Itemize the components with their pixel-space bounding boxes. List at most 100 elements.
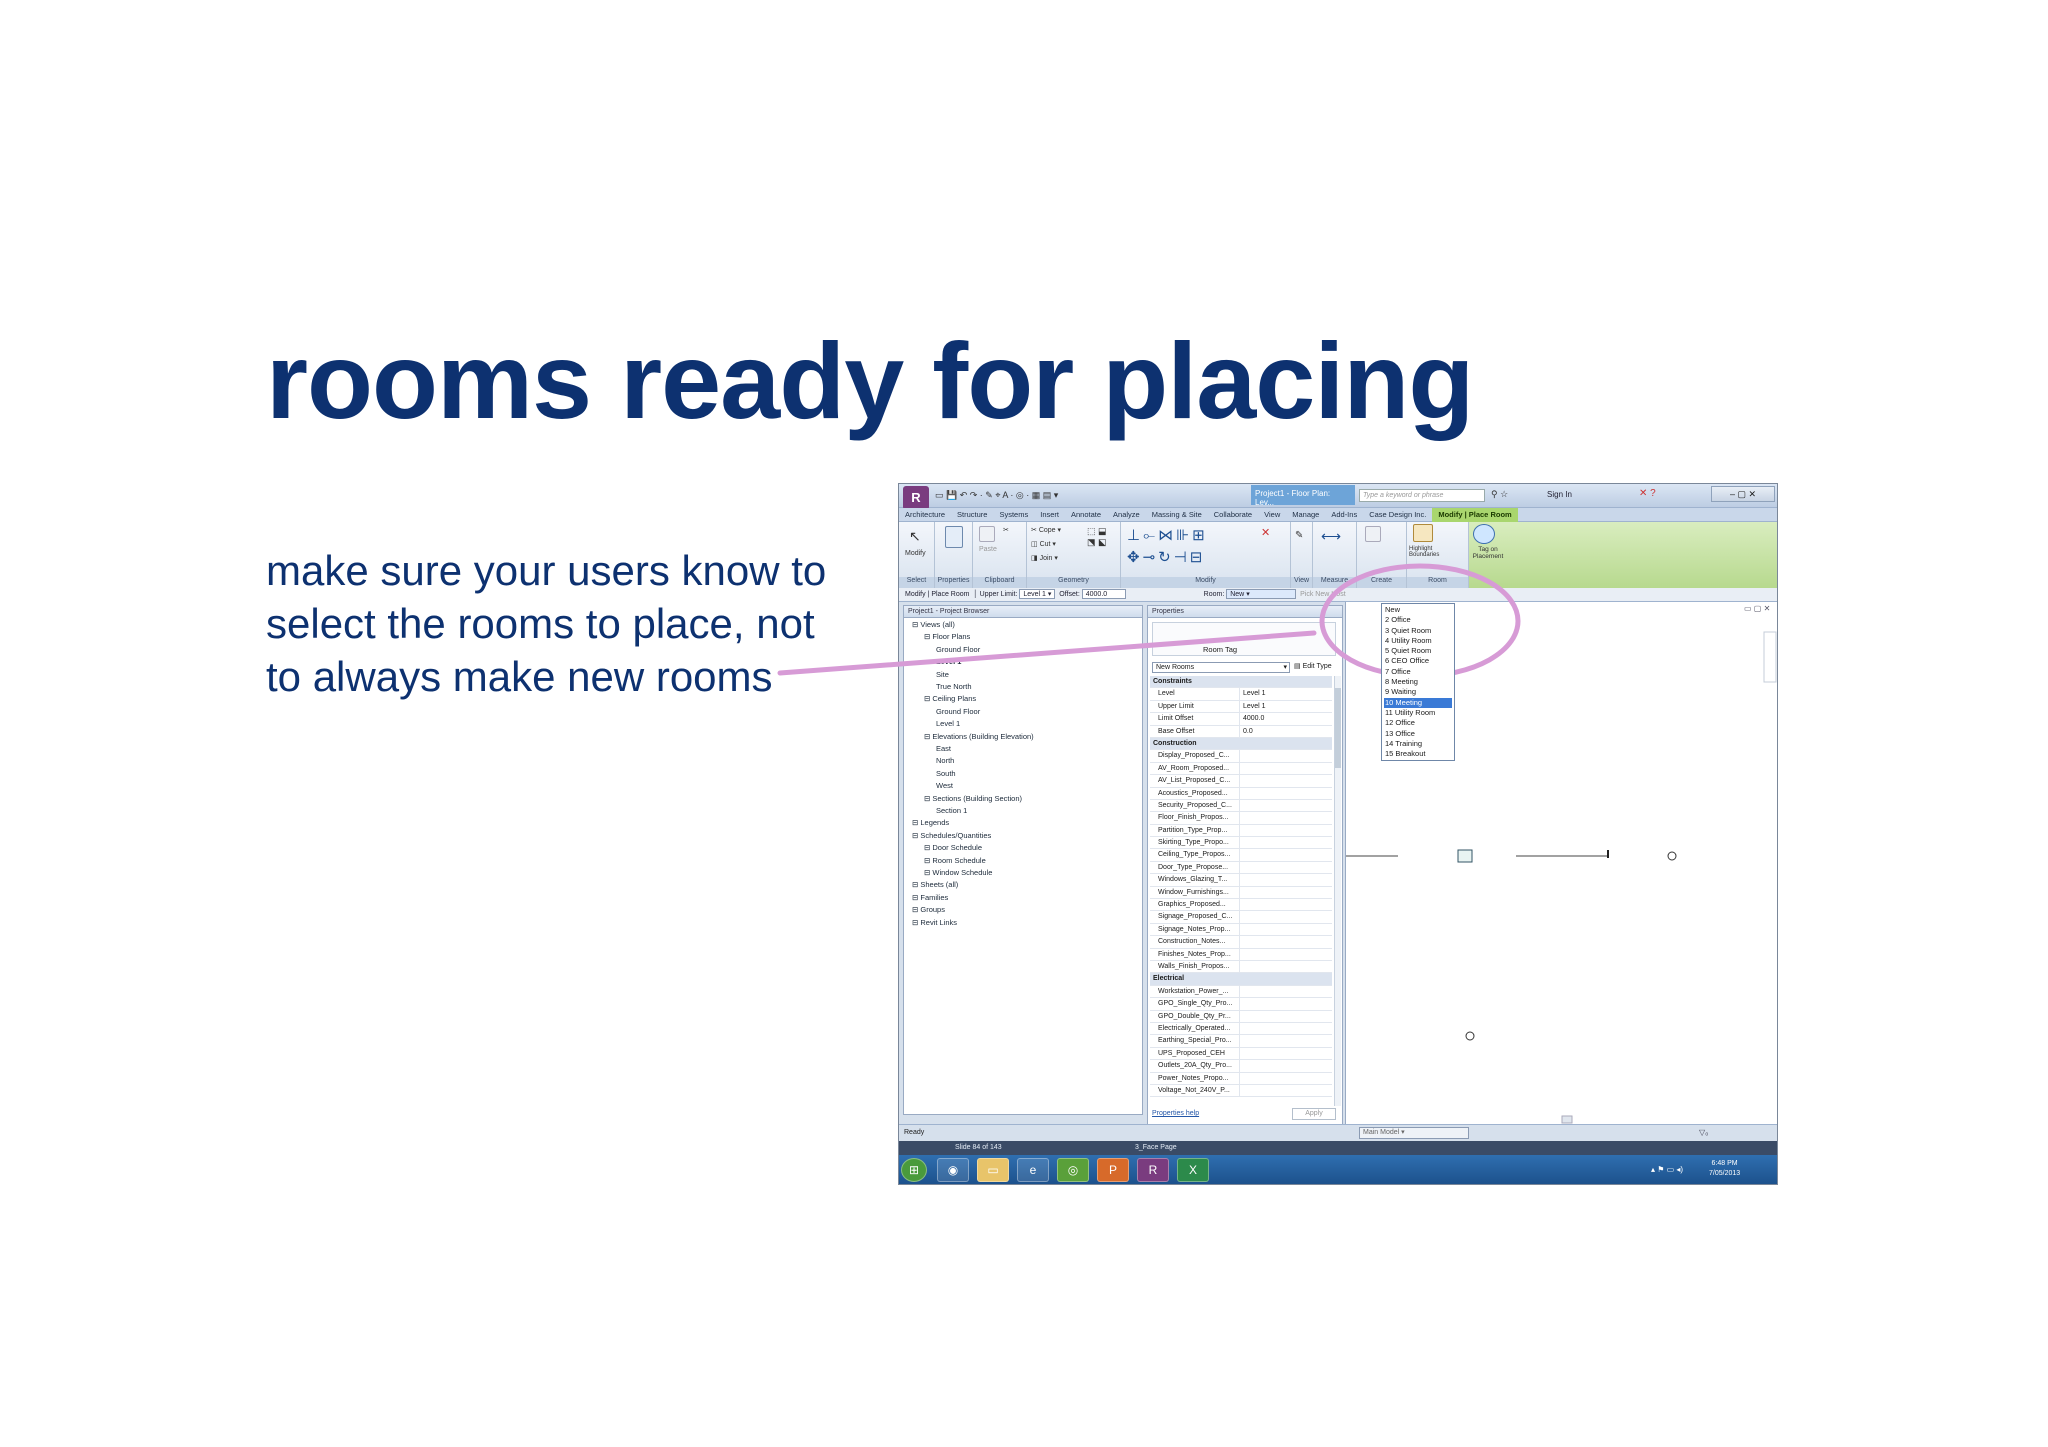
tag-on-placement-icon[interactable] [1473, 524, 1495, 544]
browser-tree-item[interactable]: Ground Floor [936, 645, 980, 654]
filter-icon[interactable]: ▽₀ [1699, 1125, 1708, 1141]
revit-app-icon[interactable]: R [903, 486, 929, 510]
browser-tree-item[interactable]: Site [936, 670, 949, 679]
room-option[interactable]: New [1384, 605, 1452, 615]
ribbon-tab[interactable]: Architecture [899, 508, 951, 522]
property-value[interactable] [1240, 775, 1332, 786]
search-tools-icon[interactable]: ⚲ ☆ [1491, 489, 1508, 500]
property-row[interactable]: Walls_Finish_Propos... [1150, 960, 1332, 974]
property-group-header[interactable]: Electrical [1150, 973, 1332, 986]
property-row[interactable]: GPO_Double_Qty_Pr... [1150, 1010, 1332, 1023]
exchange-icon[interactable]: ✕ ? [1639, 488, 1656, 499]
property-value[interactable]: Level 1 [1240, 688, 1332, 699]
property-value[interactable] [1240, 837, 1332, 848]
property-row[interactable]: Ceiling_Type_Propos... [1150, 849, 1332, 862]
property-row[interactable]: Windows_Glazing_T... [1150, 874, 1332, 887]
browser-tree-item[interactable]: Ground Floor [936, 707, 980, 716]
property-value[interactable] [1240, 899, 1332, 910]
property-value[interactable] [1240, 961, 1332, 972]
explorer-icon[interactable]: ▭ [977, 1158, 1009, 1182]
pick-new-host-button[interactable]: Pick New Host [1300, 591, 1346, 598]
create-icon[interactable] [1365, 526, 1381, 542]
property-row[interactable]: Signage_Proposed_C... [1150, 911, 1332, 924]
property-value[interactable]: 4000.0 [1240, 713, 1332, 724]
room-option[interactable]: 12 Office [1384, 718, 1452, 728]
ribbon-tab[interactable]: Manage [1286, 508, 1325, 522]
sign-in-link[interactable]: Sign In [1547, 490, 1572, 499]
move-rotate-icon[interactable]: ✥⊸↻⊣⊟ [1127, 548, 1205, 566]
browser-tree-item[interactable]: South [936, 769, 956, 778]
property-value[interactable] [1240, 887, 1332, 898]
ribbon-tab[interactable]: View [1258, 508, 1286, 522]
property-group-header[interactable]: Constraints [1150, 676, 1332, 689]
browser-tree-item[interactable]: ⊟ Families [912, 893, 948, 902]
property-value[interactable] [1240, 1073, 1332, 1084]
room-option[interactable]: 6 CEO Office [1384, 656, 1452, 666]
modify-tools-icon[interactable]: ⊥⟜⋈⊪⊞ [1127, 526, 1208, 544]
highlight-boundaries-button[interactable]: Highlight Boundaries [1409, 546, 1443, 558]
property-value[interactable] [1240, 825, 1332, 836]
tag-on-placement-button[interactable]: Tag on Placement [1469, 546, 1507, 560]
browser-tree-item[interactable]: Level 1 [936, 719, 960, 728]
browser-tree-item[interactable]: Level 1 [936, 657, 961, 666]
cope-button[interactable]: ✂ Cope ▾ [1031, 526, 1061, 534]
property-value[interactable]: Level 1 [1240, 701, 1332, 712]
paste-icon[interactable] [979, 526, 995, 542]
browser-tree-item[interactable]: West [936, 781, 953, 790]
property-row[interactable]: Graphics_Proposed... [1150, 899, 1332, 912]
property-value[interactable] [1240, 788, 1332, 799]
room-dropdown-list[interactable]: New 2 Office 3 Quiet Room 4 Utility Room 5 Q… [1381, 603, 1455, 761]
room-option[interactable]: 13 Office [1384, 729, 1452, 739]
property-row[interactable]: Skirting_Type_Propo... [1150, 837, 1332, 850]
property-row[interactable]: Electrically_Operated... [1150, 1022, 1332, 1036]
room-dropdown[interactable]: New ▾ [1226, 589, 1297, 600]
property-value[interactable] [1240, 949, 1332, 960]
property-row[interactable]: AV_Room_Proposed... [1150, 762, 1332, 776]
property-value[interactable] [1240, 800, 1332, 811]
room-option[interactable]: 3 Quiet Room [1384, 626, 1452, 636]
property-row[interactable]: Partition_Type_Prop... [1150, 824, 1332, 838]
browser-tree-item[interactable]: Section 1 [936, 806, 967, 815]
window-controls[interactable]: – ▢ ✕ [1711, 486, 1775, 502]
property-row[interactable]: Security_Proposed_C... [1150, 799, 1332, 813]
geometry-tools-icon[interactable]: ⬚ ⬓ ⬔ ⬕ [1087, 526, 1107, 548]
offset-input[interactable]: 4000.0 [1081, 589, 1126, 600]
property-row[interactable]: GPO_Single_Qty_Pro... [1150, 998, 1332, 1011]
browser-tree-item[interactable]: ⊟ Sheets (all) [912, 880, 958, 889]
cut-button[interactable]: ◫ Cut ▾ [1031, 540, 1056, 548]
property-row[interactable]: Window_Furnishings... [1150, 886, 1332, 900]
property-row[interactable]: Construction_Notes... [1150, 936, 1332, 949]
start-button-icon[interactable]: ⊞ [901, 1158, 927, 1182]
browser-tree-item[interactable]: ⊟ Sections (Building Section) [924, 794, 1022, 803]
search-input[interactable]: Type a keyword or phrase [1359, 489, 1485, 502]
room-option[interactable]: 11 Utility Room [1384, 708, 1452, 718]
join-button[interactable]: ◨ Join ▾ [1031, 554, 1058, 562]
property-value[interactable] [1240, 936, 1332, 947]
view-controls-icon[interactable]: ▭ ▢ ✕ [1744, 604, 1770, 613]
property-row[interactable]: Finishes_Notes_Prop... [1150, 948, 1332, 961]
property-row[interactable]: Signage_Notes_Prop... [1150, 923, 1332, 937]
ribbon-tab[interactable]: Structure [951, 508, 993, 522]
property-value[interactable] [1240, 1023, 1332, 1034]
chrome-icon[interactable]: ◎ [1057, 1158, 1089, 1182]
room-option[interactable]: 5 Quiet Room [1384, 646, 1452, 656]
property-row[interactable]: Outlets_20A_Qty_Pro... [1150, 1060, 1332, 1073]
property-row[interactable]: UPS_Proposed_CEH [1150, 1047, 1332, 1061]
browser-tree-item[interactable]: ⊟ Views (all) [912, 620, 955, 629]
modify-button[interactable]: Modify [905, 550, 926, 557]
highlight-boundaries-icon[interactable] [1413, 524, 1433, 542]
media-app-icon[interactable]: ◉ [937, 1158, 969, 1182]
property-row[interactable]: AV_List_Proposed_C... [1150, 775, 1332, 788]
room-option[interactable]: 10 Meeting [1384, 697, 1452, 708]
property-row[interactable]: Power_Notes_Propo... [1150, 1072, 1332, 1085]
browser-tree-item[interactable]: ⊟ Schedules/Quantities [912, 831, 991, 840]
browser-tree-item[interactable]: ⊟ Groups [912, 905, 945, 914]
browser-tree-item[interactable]: ⊟ Room Schedule [924, 856, 986, 865]
browser-tree-item[interactable]: ⊟ Revit Links [912, 918, 957, 927]
ribbon-tab[interactable]: Massing & Site [1146, 508, 1208, 522]
property-value[interactable] [1240, 1085, 1332, 1096]
browser-tree-item[interactable]: ⊟ Elevations (Building Elevation) [924, 732, 1034, 741]
ribbon-tab[interactable]: Modify | Place Room [1432, 508, 1518, 522]
property-value[interactable] [1240, 998, 1332, 1009]
properties-scrollbar[interactable] [1334, 676, 1341, 1106]
